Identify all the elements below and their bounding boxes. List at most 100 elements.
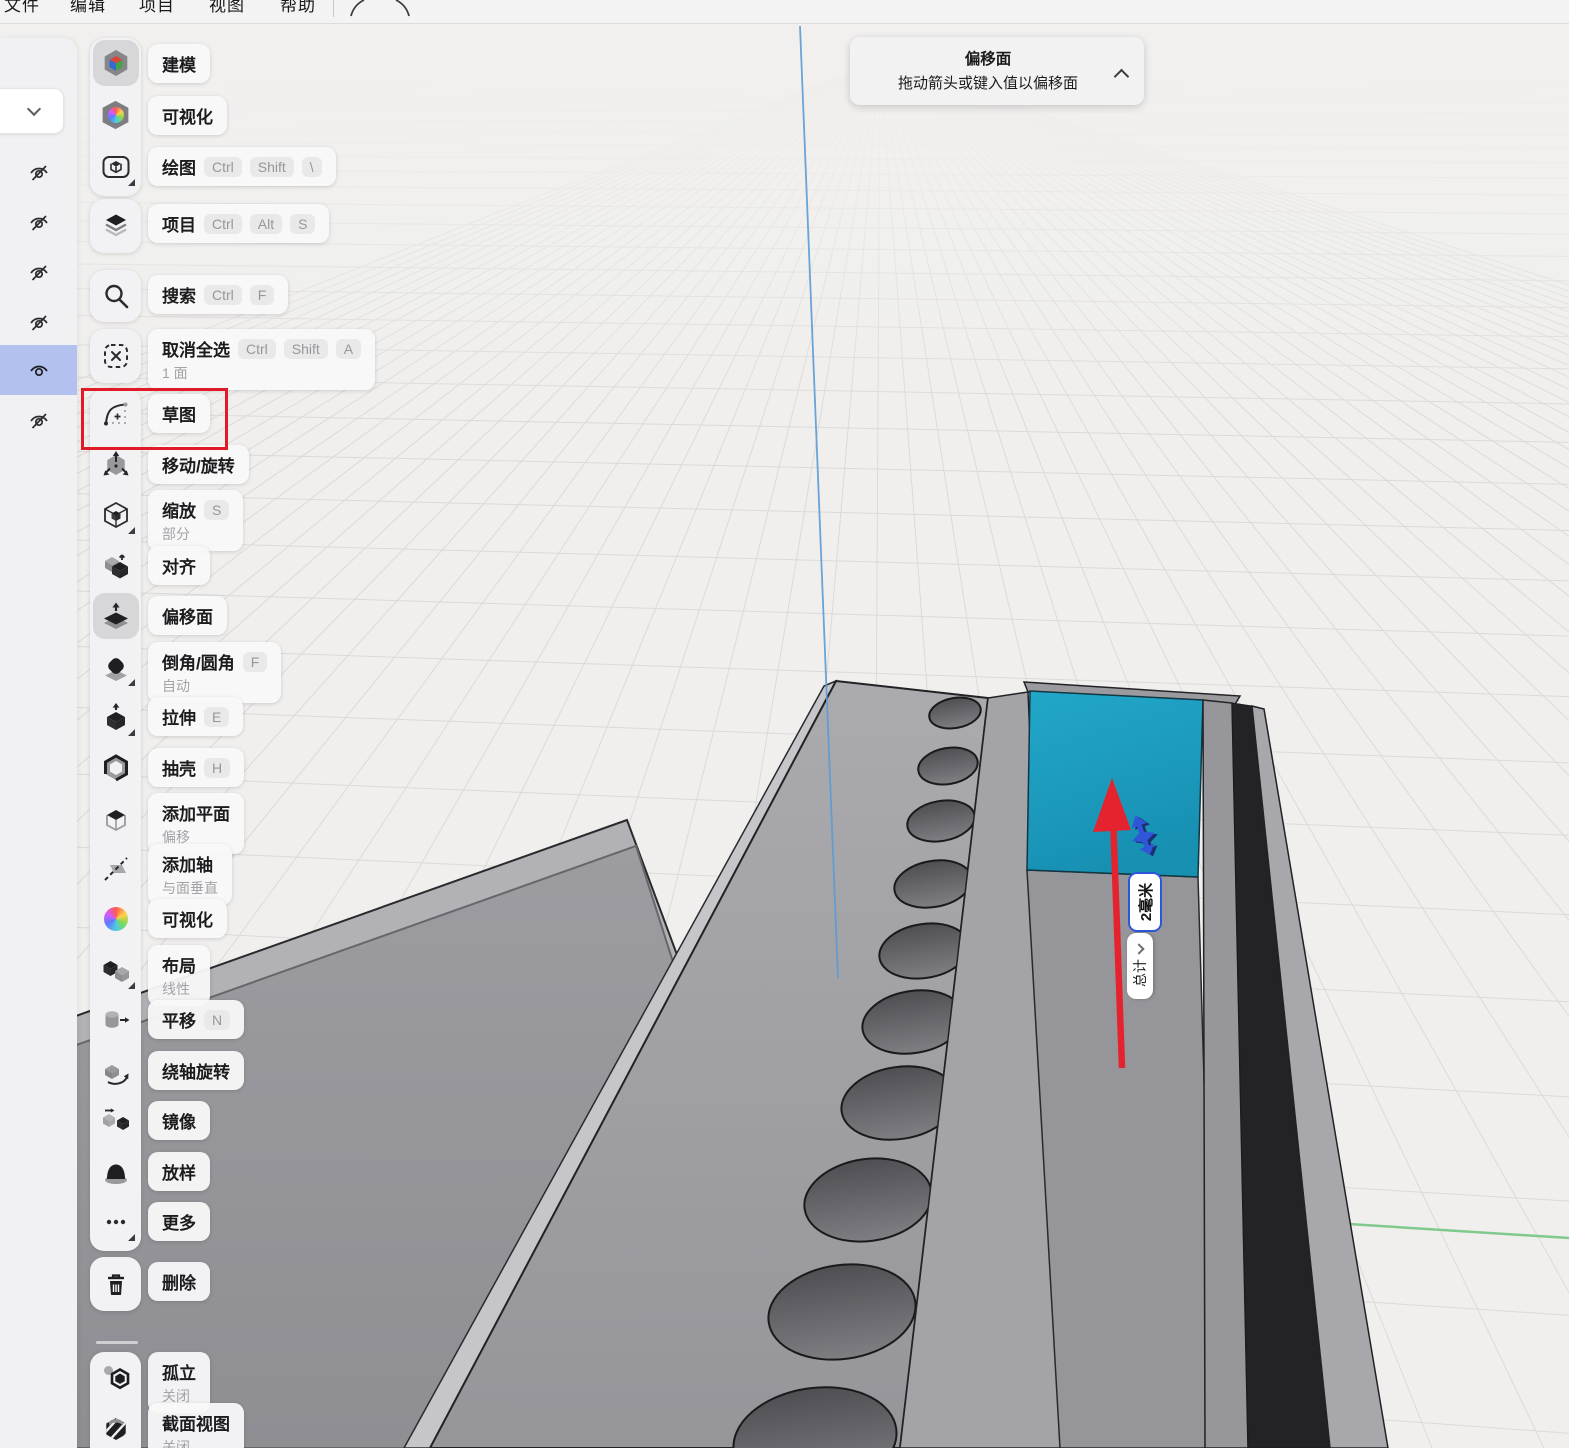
item-row-3[interactable] bbox=[0, 247, 77, 297]
shortcut-chip: S bbox=[290, 213, 316, 234]
tool-deselect-all[interactable] bbox=[93, 333, 139, 379]
sketch-icon bbox=[103, 402, 127, 426]
shortcut-chip: F bbox=[242, 651, 268, 672]
tool-shell[interactable] bbox=[93, 745, 139, 791]
item-row-2[interactable] bbox=[0, 197, 77, 247]
menu-edit[interactable]: 编辑 bbox=[70, 0, 106, 16]
tool-label-project: 项目 Ctrl Alt S bbox=[148, 204, 330, 243]
tool-label-extrude: 拉伸 E bbox=[148, 697, 244, 736]
tooltip-subtitle: 拖动箭头或键入值以偏移面 bbox=[897, 75, 1078, 92]
tool-label-shell: 抽壳 H bbox=[148, 748, 245, 787]
loft-icon bbox=[104, 1164, 127, 1184]
tool-label-move-rotate: 移动/旋转 bbox=[148, 445, 249, 484]
sidebar-collapse-button[interactable] bbox=[0, 88, 64, 134]
tool-label-more: 更多 bbox=[148, 1202, 210, 1241]
tool-mirror[interactable] bbox=[93, 1098, 139, 1144]
tool-visualization[interactable] bbox=[93, 92, 139, 138]
toolbar-group-search bbox=[90, 270, 141, 322]
tool-label-align: 对齐 bbox=[148, 546, 210, 585]
item-row-4[interactable] bbox=[0, 297, 77, 347]
deselect-icon bbox=[103, 344, 128, 368]
shortcut-chip: N bbox=[204, 1009, 231, 1030]
shortcut-chip: E bbox=[204, 706, 230, 727]
tool-section-view[interactable] bbox=[93, 1405, 139, 1448]
tooltip-title: 偏移面 bbox=[964, 51, 1012, 68]
tool-loft[interactable] bbox=[93, 1149, 139, 1195]
scale-icon bbox=[103, 501, 128, 529]
revolve-icon bbox=[104, 1065, 128, 1085]
tool-label-modeling: 建模 bbox=[148, 44, 210, 83]
tool-search[interactable] bbox=[93, 273, 139, 319]
shortcut-chip: H bbox=[204, 757, 231, 778]
toolbar-group-delete bbox=[90, 1257, 141, 1311]
align-icon bbox=[104, 554, 128, 579]
tool-chamfer-fillet[interactable] bbox=[93, 644, 139, 690]
shapr3d-app-window: 文件 编辑 项目 视图 帮助 建模 可视化 绘图 Ctrl Shift \ 项目… bbox=[0, 0, 1569, 1448]
submenu-corner-icon bbox=[127, 179, 135, 186]
item-row-6[interactable] bbox=[0, 395, 77, 445]
tool-translate[interactable] bbox=[93, 997, 139, 1043]
menu-help[interactable]: 帮助 bbox=[280, 0, 316, 16]
toolbar-group-project bbox=[90, 199, 141, 253]
tool-label-section-view: 截面视图 关闭 bbox=[148, 1403, 244, 1448]
tool-label-translate: 平移 N bbox=[148, 1000, 245, 1039]
undo-icon[interactable] bbox=[344, 0, 370, 20]
tool-drawing[interactable] bbox=[93, 144, 139, 190]
eye-off-icon bbox=[29, 413, 48, 429]
tool-modeling[interactable] bbox=[92, 40, 139, 86]
tool-add-axis[interactable] bbox=[93, 846, 139, 892]
tool-extrude[interactable] bbox=[93, 694, 139, 740]
tool-delete[interactable] bbox=[93, 1261, 139, 1307]
move-rotate-icon bbox=[103, 451, 128, 476]
tooltip-collapse-button[interactable] bbox=[1112, 68, 1130, 85]
submenu-corner-icon bbox=[127, 982, 135, 989]
shortcut-chip: Ctrl bbox=[204, 284, 242, 305]
tool-scale[interactable] bbox=[93, 492, 139, 538]
item-row-1[interactable] bbox=[0, 147, 77, 197]
shortcut-chip: Shift bbox=[249, 156, 294, 177]
menu-bar: 文件 编辑 项目 视图 帮助 bbox=[0, 0, 1569, 24]
chamfer-fillet-icon bbox=[104, 658, 127, 681]
add-plane-icon bbox=[105, 810, 126, 832]
submenu-corner-icon bbox=[127, 729, 135, 736]
tool-label-add-axis: 添加轴 与面垂直 bbox=[148, 844, 232, 905]
colorwheel-icon bbox=[103, 907, 128, 931]
shell-icon bbox=[103, 754, 128, 782]
tool-isolate[interactable] bbox=[93, 1354, 139, 1400]
tool-label-delete: 删除 bbox=[148, 1262, 210, 1301]
eye-off-icon bbox=[29, 315, 48, 331]
toolbar-group-view-modes bbox=[90, 1352, 141, 1448]
item-row-5-selected[interactable] bbox=[0, 345, 77, 395]
chevron-down-icon bbox=[1132, 943, 1145, 955]
tool-align[interactable] bbox=[93, 543, 139, 589]
redo-icon[interactable] bbox=[390, 0, 416, 20]
tool-move-rotate[interactable] bbox=[93, 442, 139, 488]
toolbar-scroll-handle[interactable] bbox=[96, 1341, 138, 1344]
tool-visualization-2[interactable] bbox=[93, 896, 139, 942]
tool-revolve[interactable] bbox=[93, 1048, 139, 1094]
offset-total-text: 总计 bbox=[1132, 959, 1148, 987]
offset-value-input[interactable]: 2毫米 bbox=[1128, 872, 1162, 932]
modeling-cube-icon bbox=[104, 50, 127, 76]
tool-sketch[interactable] bbox=[93, 391, 139, 437]
menu-view[interactable]: 视图 bbox=[209, 0, 245, 16]
tool-more[interactable] bbox=[93, 1199, 139, 1245]
shortcut-chip: A bbox=[335, 338, 362, 359]
shortcut-chip: Ctrl bbox=[204, 213, 242, 234]
tool-label-scale: 缩放 S 部分 bbox=[148, 490, 244, 551]
tool-label-visualization-2: 可视化 bbox=[148, 899, 227, 938]
offset-total-dropdown[interactable]: 总计 bbox=[1127, 933, 1153, 999]
tool-add-plane[interactable] bbox=[93, 795, 139, 841]
submenu-corner-icon bbox=[127, 679, 135, 686]
tool-label-layout: 布局 线性 bbox=[148, 945, 210, 1006]
tool-layout[interactable] bbox=[93, 947, 139, 993]
tool-label-offset-face: 偏移面 bbox=[148, 596, 227, 635]
offset-face-icon bbox=[103, 602, 128, 629]
shortcut-chip: S bbox=[204, 499, 230, 520]
menu-file[interactable]: 文件 bbox=[4, 0, 40, 16]
offset-value-text: 2毫米 bbox=[1137, 882, 1155, 922]
tool-offset-face[interactable] bbox=[92, 593, 139, 639]
menu-project[interactable]: 项目 bbox=[139, 0, 175, 16]
tool-project[interactable] bbox=[93, 203, 139, 249]
more-dots-icon bbox=[106, 1219, 125, 1225]
